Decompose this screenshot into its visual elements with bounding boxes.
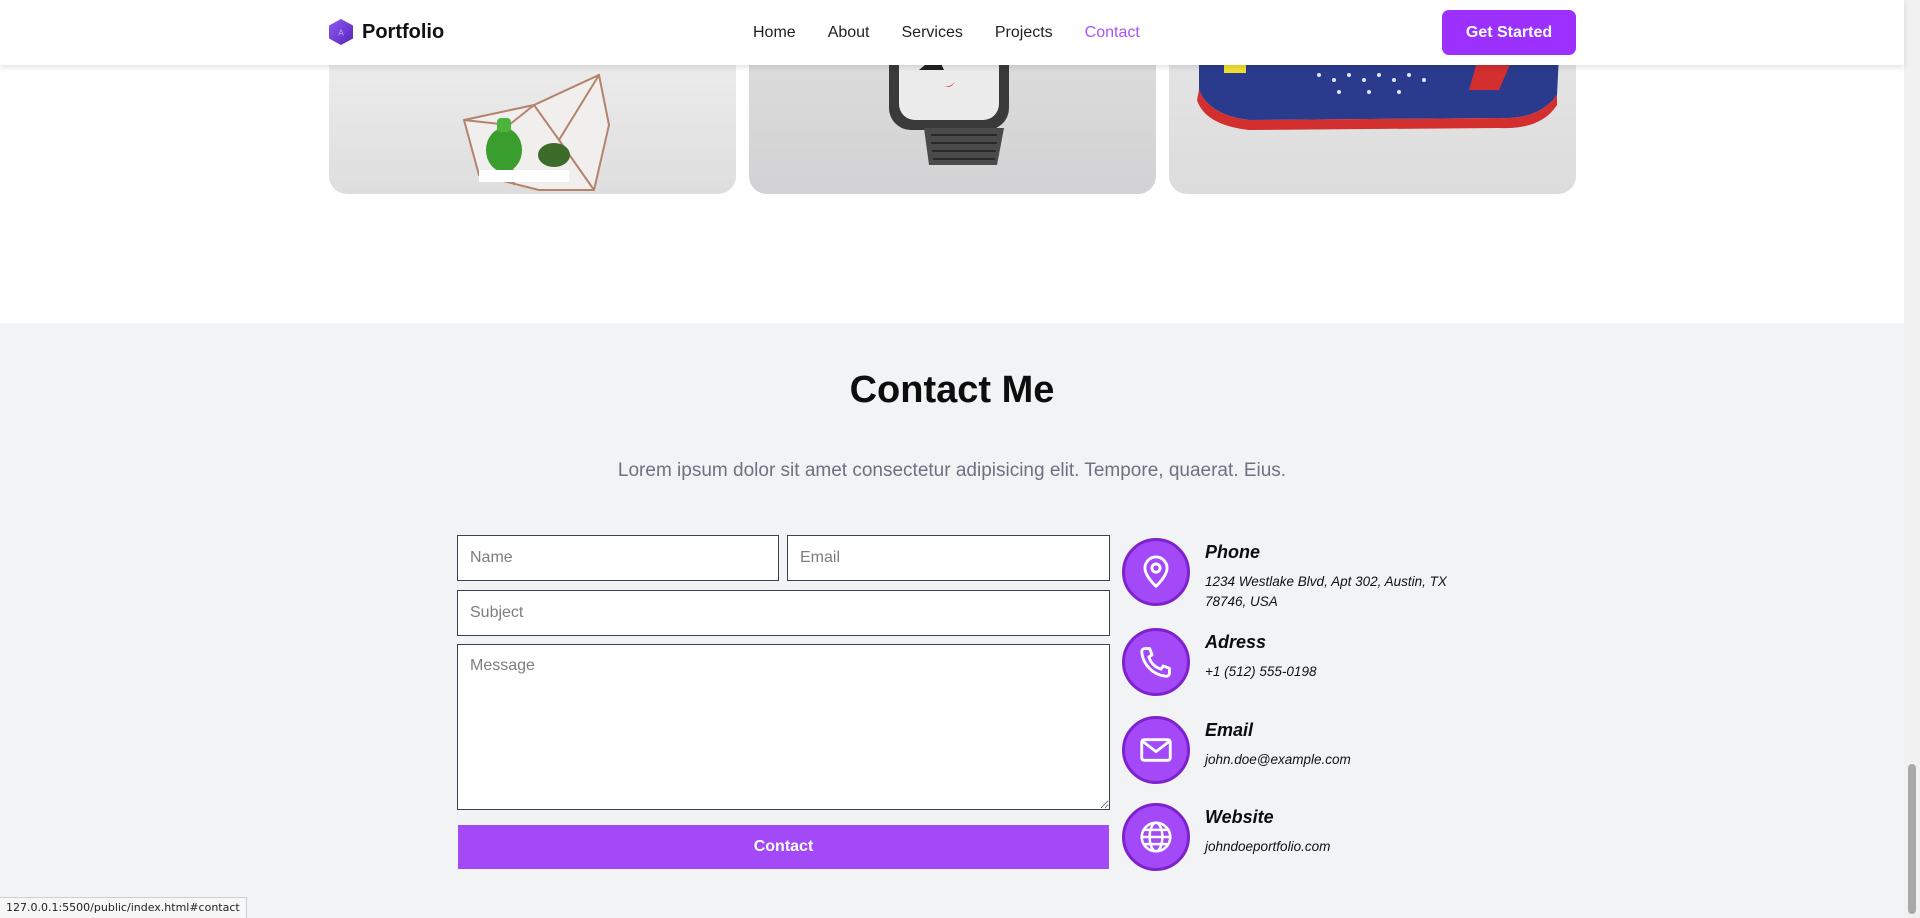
portfolio-grid xyxy=(329,60,1577,195)
info-title: Adress xyxy=(1205,632,1267,652)
main-nav: Home About Services Projects Contact xyxy=(753,21,1140,45)
portfolio-card-sneaker[interactable] xyxy=(1169,60,1576,194)
nav-contact[interactable]: Contact xyxy=(1085,24,1140,42)
info-text: +1 (512) 555-0198 xyxy=(1205,664,1317,679)
contact-subtitle: Lorem ipsum dolor sit amet consectetur a… xyxy=(617,460,1287,481)
info-text: john.doe@example.com xyxy=(1205,752,1351,767)
globe-icon xyxy=(1122,803,1190,871)
info-title: Website xyxy=(1205,807,1274,827)
contact-section: Contact Me Lorem ipsum dolor sit amet co… xyxy=(0,323,1904,918)
contact-submit-button[interactable]: Contact xyxy=(458,825,1109,869)
nav-about[interactable]: About xyxy=(828,24,870,42)
scrollbar-thumb[interactable] xyxy=(1908,764,1916,914)
portfolio-card-terrarium[interactable] xyxy=(329,60,736,194)
info-text: 1234 Westlake Blvd, Apt 302, Austin, TX … xyxy=(1205,574,1447,609)
portfolio-card-watch[interactable] xyxy=(749,60,1156,194)
nav-services[interactable]: Services xyxy=(902,24,963,42)
smartwatch-image xyxy=(889,60,1009,165)
brand[interactable]: A Portfolio xyxy=(328,16,444,48)
status-bar-url: 127.0.0.1:5500/public/index.html#contact xyxy=(0,897,247,918)
info-text: johndoeportfolio.com xyxy=(1205,839,1331,854)
hexagon-logo-icon: A xyxy=(329,19,353,45)
mail-icon xyxy=(1122,716,1190,784)
info-title: Email xyxy=(1205,720,1254,740)
site-header: A Portfolio Home About Services Projects… xyxy=(0,0,1904,65)
message-textarea[interactable] xyxy=(457,644,1110,810)
sneaker-image xyxy=(1197,60,1559,130)
get-started-button[interactable]: Get Started xyxy=(1442,10,1576,55)
contact-title: Contact Me xyxy=(849,369,1055,411)
name-input[interactable] xyxy=(457,535,779,581)
brand-name: Portfolio xyxy=(362,20,445,43)
page-scrollbar[interactable] xyxy=(1904,0,1920,918)
email-input[interactable] xyxy=(787,535,1110,581)
subject-input[interactable] xyxy=(457,590,1110,636)
nav-home[interactable]: Home xyxy=(753,24,796,42)
info-title: Phone xyxy=(1205,542,1261,562)
phone-icon xyxy=(1122,628,1190,696)
location-pin-icon xyxy=(1122,538,1190,606)
nav-projects[interactable]: Projects xyxy=(995,24,1053,42)
geometric-terrarium-image xyxy=(462,73,611,191)
logo-mark: A xyxy=(338,29,344,38)
